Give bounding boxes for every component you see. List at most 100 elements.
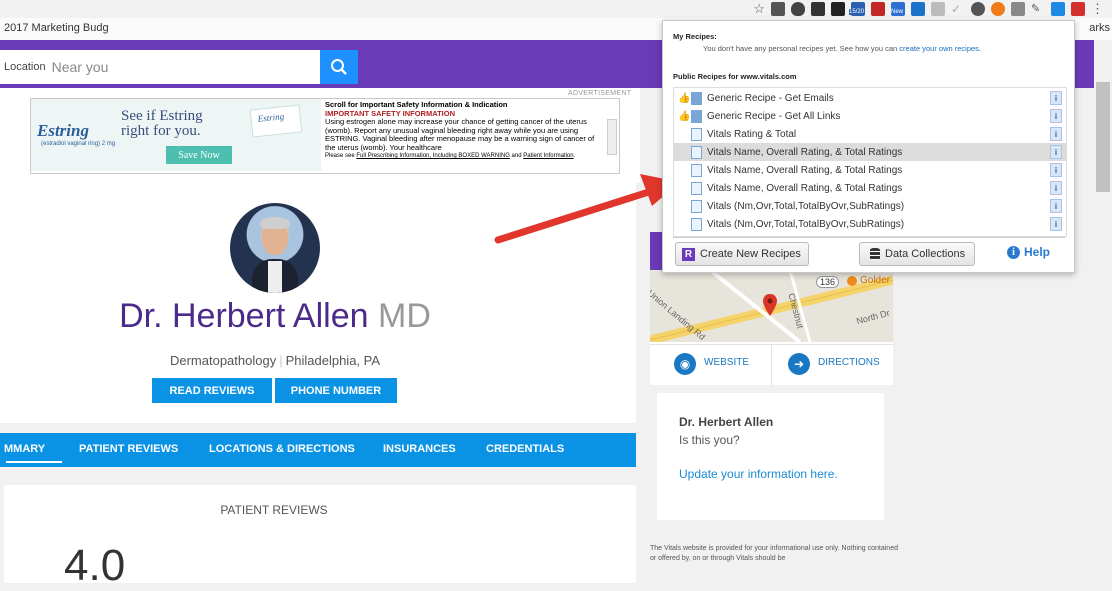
recipe-item-selected[interactable]: Vitals Name, Overall Rating, & Total Rat… bbox=[674, 143, 1066, 161]
globe-icon[interactable]: ◉ bbox=[674, 353, 696, 375]
ad-safety-info[interactable]: Scroll for Important Safety Information … bbox=[325, 100, 617, 169]
recipe-label: Vitals Name, Overall Rating, & Total Rat… bbox=[707, 164, 903, 176]
recipe-icon[interactable] bbox=[991, 2, 1005, 16]
info-icon[interactable]: i bbox=[1050, 145, 1062, 159]
screen-icon[interactable] bbox=[1051, 2, 1065, 16]
ad-visual: Estring (estradiol vaginal ring) 2 mg Se… bbox=[31, 99, 321, 171]
ad-save-button[interactable]: Save Now bbox=[166, 146, 232, 164]
map[interactable]: 136 Golder Union Landing Rd Chestnut Nor… bbox=[650, 270, 893, 342]
doctor-name: Dr. Herbert Allen MD bbox=[0, 297, 550, 336]
info-icon[interactable]: i bbox=[1050, 217, 1062, 231]
recipe-item[interactable]: Vitals Name, Overall Rating, & Total Rat… bbox=[674, 179, 1066, 197]
recipe-item[interactable]: Vitals (Nm,Ovr,Total,TotalByOvr,SubRatin… bbox=[674, 197, 1066, 215]
help-label: Help bbox=[1024, 245, 1051, 259]
document-icon bbox=[691, 127, 702, 141]
data-collections-label: Data Collections bbox=[885, 248, 966, 260]
ad-foot-end: . bbox=[573, 153, 576, 159]
ad-logo-subtitle: (estradiol vaginal ring) 2 mg bbox=[41, 141, 116, 147]
reviews-card: PATIENT REVIEWS 4.0 bbox=[4, 485, 636, 590]
recipe-item[interactable]: Vitals (Nm,Ovr,Total,TotalByOvr,SubRatin… bbox=[674, 215, 1066, 233]
check-icon[interactable]: ✓ bbox=[951, 2, 965, 16]
read-reviews-button[interactable]: READ REVIEWS bbox=[152, 378, 272, 403]
calendar-icon[interactable]: 15/20 bbox=[849, 2, 865, 16]
pocket-icon[interactable] bbox=[791, 2, 805, 16]
star-icon[interactable]: ☆ bbox=[753, 1, 765, 17]
tab-insurances[interactable]: INSURANCES bbox=[383, 443, 456, 455]
si-icon[interactable] bbox=[1011, 2, 1025, 16]
ad-safety-footer: Please see Full Prescribing Information,… bbox=[325, 152, 617, 161]
extension-icons: ☆ 15/20 New ✓ ✎ ⋮ bbox=[753, 0, 1104, 18]
recipe-item[interactable]: Vitals Name, Overall Rating, & Total Rat… bbox=[674, 161, 1066, 179]
info-icon[interactable]: i bbox=[1050, 127, 1062, 141]
dataminer-icon[interactable] bbox=[1071, 2, 1085, 16]
page-scrollbar-thumb[interactable] bbox=[1096, 82, 1110, 192]
info-icon[interactable]: i bbox=[1050, 91, 1062, 105]
ad-box-text: Estring bbox=[257, 111, 285, 124]
document-icon bbox=[691, 181, 702, 195]
recipe-item[interactable]: 👍 Generic Recipe - Get All Links i bbox=[674, 107, 1066, 125]
help-link[interactable]: i Help bbox=[1007, 245, 1050, 259]
tab-locations-directions[interactable]: LOCATIONS & DIRECTIONS bbox=[209, 443, 355, 455]
directions-icon[interactable]: ➜ bbox=[788, 353, 810, 375]
opera-icon[interactable] bbox=[971, 2, 985, 16]
info-icon[interactable]: i bbox=[1050, 163, 1062, 177]
extension-icon[interactable] bbox=[931, 2, 945, 16]
new-icon[interactable]: New bbox=[891, 2, 905, 16]
recipe-r-icon: R bbox=[682, 247, 695, 261]
ad-scrollbar[interactable] bbox=[607, 119, 617, 155]
tab-summary[interactable]: MMARY bbox=[4, 443, 45, 455]
document-icon bbox=[691, 163, 702, 177]
annotation-arrow bbox=[494, 174, 680, 244]
data-collections-button[interactable]: Data Collections bbox=[859, 242, 975, 266]
pen-icon[interactable]: ✎ bbox=[1031, 2, 1045, 16]
ad-patient-info-link[interactable]: Patient Information bbox=[523, 153, 573, 159]
tab-patient-reviews[interactable]: PATIENT REVIEWS bbox=[79, 443, 178, 455]
ad-prescribing-link[interactable]: Full Prescribing Information, Including … bbox=[356, 153, 510, 159]
recipe-label: Vitals Name, Overall Rating, & Total Rat… bbox=[707, 182, 903, 194]
info-icon[interactable]: i bbox=[1050, 109, 1062, 123]
create-own-recipes-link[interactable]: create your own recipes. bbox=[899, 44, 981, 53]
bookmark-item[interactable]: 2017 Marketing Budg bbox=[4, 22, 109, 34]
reviews-title: PATIENT REVIEWS bbox=[220, 503, 328, 517]
tab-credentials[interactable]: CREDENTIALS bbox=[486, 443, 564, 455]
avatar-shirt bbox=[268, 261, 282, 293]
advertisement-banner[interactable]: Estring (estradiol vaginal ring) 2 mg Se… bbox=[30, 98, 620, 174]
evernote-icon[interactable] bbox=[831, 2, 845, 16]
recipe-label: Vitals (Nm,Ovr,Total,TotalByOvr,SubRatin… bbox=[707, 218, 905, 230]
recipe-label: Generic Recipe - Get Emails bbox=[707, 92, 834, 104]
map-place-icon bbox=[847, 276, 857, 286]
avatar bbox=[230, 203, 320, 293]
claim-profile-card: Dr. Herbert Allen Is this you? Update yo… bbox=[657, 393, 884, 520]
other-bookmarks[interactable]: arks bbox=[1089, 22, 1110, 34]
claim-question: Is this you? bbox=[679, 433, 740, 447]
recipe-item[interactable]: Vitals Rating & Total i bbox=[674, 125, 1066, 143]
menu-icon[interactable]: ⋮ bbox=[1091, 1, 1104, 17]
info-icon[interactable]: i bbox=[1050, 199, 1062, 213]
recipe-item[interactable]: 👍 Generic Recipe - Get Emails i bbox=[674, 89, 1066, 107]
disclaimer-text: The Vitals website is provided for your … bbox=[650, 545, 898, 562]
my-recipes-heading: My Recipes: bbox=[673, 32, 717, 41]
lastpass-icon[interactable] bbox=[871, 2, 885, 16]
create-new-recipes-button[interactable]: R Create New Recipes bbox=[675, 242, 809, 266]
phone-number-button[interactable]: PHONE NUMBER bbox=[275, 378, 397, 403]
website-link[interactable]: WEBSITE bbox=[704, 357, 749, 368]
document-icon bbox=[691, 109, 702, 123]
popup-divider bbox=[673, 237, 1065, 238]
document-icon bbox=[691, 199, 702, 213]
thumbs-up-icon: 👍 bbox=[678, 92, 691, 104]
location-value[interactable]: Near you bbox=[52, 59, 109, 75]
location-input[interactable]: Location Near you bbox=[0, 50, 320, 84]
map-road-badge: 136 bbox=[816, 276, 840, 288]
thumbs-up-icon: 👍 bbox=[678, 110, 691, 122]
directions-link[interactable]: DIRECTIONS bbox=[818, 357, 880, 368]
map-links-divider bbox=[771, 345, 772, 385]
info-icon[interactable]: i bbox=[1050, 181, 1062, 195]
update-info-link[interactable]: Update your information here. bbox=[679, 467, 838, 481]
avatar-hair bbox=[260, 217, 290, 229]
trello-icon[interactable] bbox=[911, 2, 925, 16]
recipe-label: Vitals (Nm,Ovr,Total,TotalByOvr,SubRatin… bbox=[707, 200, 905, 212]
search-button[interactable] bbox=[320, 50, 358, 84]
m-icon[interactable] bbox=[771, 2, 785, 16]
recipe-list: 👍 Generic Recipe - Get Emails i 👍 Generic R… bbox=[673, 87, 1067, 237]
layers-icon[interactable] bbox=[811, 2, 825, 16]
